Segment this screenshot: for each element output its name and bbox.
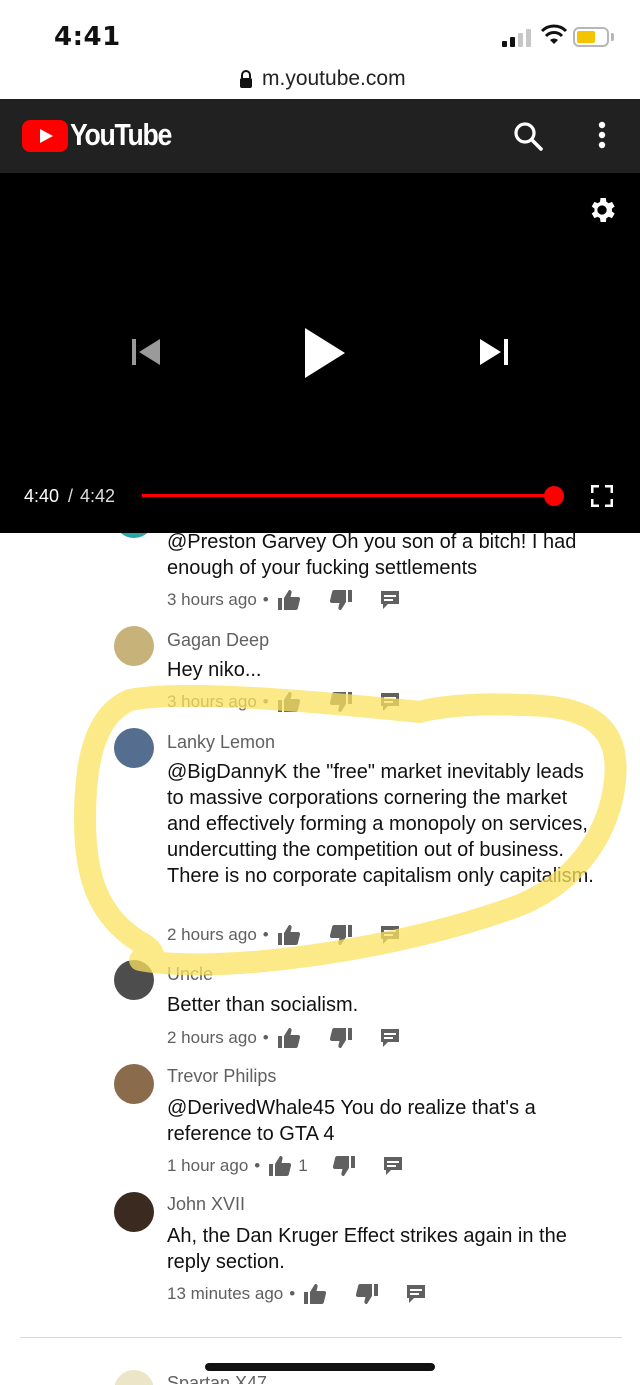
avatar[interactable] [114, 1064, 154, 1104]
play-icon[interactable] [303, 326, 347, 380]
divider [20, 1337, 622, 1338]
comment-text: Better than socialism. [167, 994, 359, 1016]
home-indicator[interactable] [205, 1363, 435, 1371]
comment-text: @Preston Garvey Oh you son of a bitch! I… [167, 531, 577, 579]
dislike-button[interactable] [329, 1027, 353, 1049]
progress-fill [142, 494, 553, 497]
thumbs-up-icon [304, 1284, 327, 1304]
dislike-button[interactable] [355, 1283, 379, 1305]
signal-icon [502, 29, 534, 47]
battery-icon [573, 27, 609, 47]
more-vert-icon[interactable] [594, 120, 610, 152]
thumbs-up-icon [277, 925, 300, 945]
dislike-button[interactable] [329, 924, 353, 946]
comment-author[interactable]: John XVII [167, 1194, 245, 1215]
youtube-logo-icon[interactable] [22, 120, 68, 152]
meta-separator: • [262, 1028, 269, 1047]
comment-actions: 3 hours ago • [167, 588, 401, 612]
reply-button[interactable] [379, 691, 401, 713]
url-text[interactable]: m.youtube.com [262, 67, 406, 91]
reply-icon [380, 693, 399, 711]
next-icon[interactable] [478, 336, 510, 368]
like-button[interactable] [303, 1283, 327, 1305]
comment-author[interactable]: Gagan Deep [167, 630, 269, 651]
avatar[interactable] [114, 728, 154, 768]
comment-timestamp: 2 hours ago [167, 1028, 257, 1047]
comment-timestamp: 3 hours ago [167, 590, 257, 609]
reply-button[interactable] [379, 924, 401, 946]
reply-icon [380, 591, 399, 609]
thumbs-down-icon [332, 1156, 355, 1176]
reply-icon [407, 1285, 426, 1303]
time-separator: / [68, 486, 74, 506]
thumbs-down-icon [329, 1028, 352, 1048]
wifi-icon [540, 24, 568, 44]
meta-separator: • [262, 590, 269, 609]
like-button[interactable] [277, 589, 301, 611]
thumbs-up-icon [269, 1156, 292, 1176]
thumbs-up-icon [277, 590, 300, 610]
avatar[interactable] [114, 960, 154, 1000]
reply-icon [380, 1029, 399, 1047]
comment-text: Hey niko... [167, 659, 262, 681]
comment-actions: 13 minutes ago • [167, 1282, 427, 1306]
comment-timestamp: 3 hours ago [167, 692, 257, 711]
thumbs-down-icon [329, 590, 352, 610]
avatar[interactable] [114, 626, 154, 666]
avatar[interactable] [114, 1192, 154, 1232]
previous-icon[interactable] [130, 336, 162, 368]
comment-text: @BigDannyK the "free" market inevitably … [167, 761, 594, 887]
comment-actions: 2 hours ago • [167, 923, 401, 947]
search-icon[interactable] [512, 120, 544, 152]
comment-author[interactable]: Lanky Lemon [167, 732, 275, 753]
like-button[interactable] [277, 924, 301, 946]
dislike-button[interactable] [332, 1155, 356, 1177]
thumbs-up-icon [277, 1028, 300, 1048]
youtube-logo-text[interactable]: YouTube [70, 117, 172, 153]
comment-actions: 3 hours ago • [167, 690, 401, 714]
like-count: 1 [298, 1156, 308, 1175]
avatar[interactable] [114, 1370, 154, 1385]
like-button[interactable] [277, 691, 301, 713]
thumbs-up-icon [277, 692, 300, 712]
lock-icon [240, 70, 252, 88]
thumbs-down-icon [356, 1284, 379, 1304]
reply-button[interactable] [382, 1155, 404, 1177]
dislike-button[interactable] [329, 691, 353, 713]
comment-timestamp: 13 minutes ago [167, 1284, 284, 1303]
reply-icon [380, 926, 399, 944]
reply-button[interactable] [405, 1283, 427, 1305]
meta-separator: • [262, 692, 269, 711]
comment-timestamp: 1 hour ago [167, 1156, 249, 1175]
like-button[interactable] [277, 1027, 301, 1049]
video-duration: 4:42 [80, 486, 116, 506]
comment-text: @DerivedWhale45 You do realize that's a … [167, 1097, 536, 1145]
thumbs-down-icon [329, 692, 352, 712]
meta-separator: • [262, 925, 269, 944]
comment-text: Ah, the Dan Kruger Effect strikes again … [167, 1225, 567, 1273]
comment-author[interactable]: Trevor Philips [167, 1066, 276, 1087]
thumbs-down-icon [329, 925, 352, 945]
fullscreen-icon[interactable] [591, 485, 613, 507]
reply-button[interactable] [379, 1027, 401, 1049]
comment-timestamp: 2 hours ago [167, 925, 257, 944]
comment-author[interactable]: Uncle [167, 964, 213, 985]
meta-separator: • [289, 1284, 296, 1303]
current-time: 4:40 [24, 486, 60, 506]
status-bar: 4:41 [0, 0, 640, 62]
progress-bar[interactable] [142, 494, 554, 497]
comment-actions: 2 hours ago • [167, 1026, 401, 1050]
like-button[interactable]: 1 [268, 1155, 308, 1177]
reply-button[interactable] [379, 589, 401, 611]
scrubber-handle[interactable] [544, 486, 564, 506]
comment-author[interactable]: Spartan X47 [167, 1372, 267, 1384]
dislike-button[interactable] [329, 589, 353, 611]
reply-icon [383, 1157, 402, 1175]
status-time: 4:41 [54, 22, 121, 52]
meta-separator: • [254, 1156, 261, 1175]
comment-actions: 1 hour ago • 1 [167, 1154, 404, 1178]
settings-icon[interactable] [586, 194, 618, 226]
